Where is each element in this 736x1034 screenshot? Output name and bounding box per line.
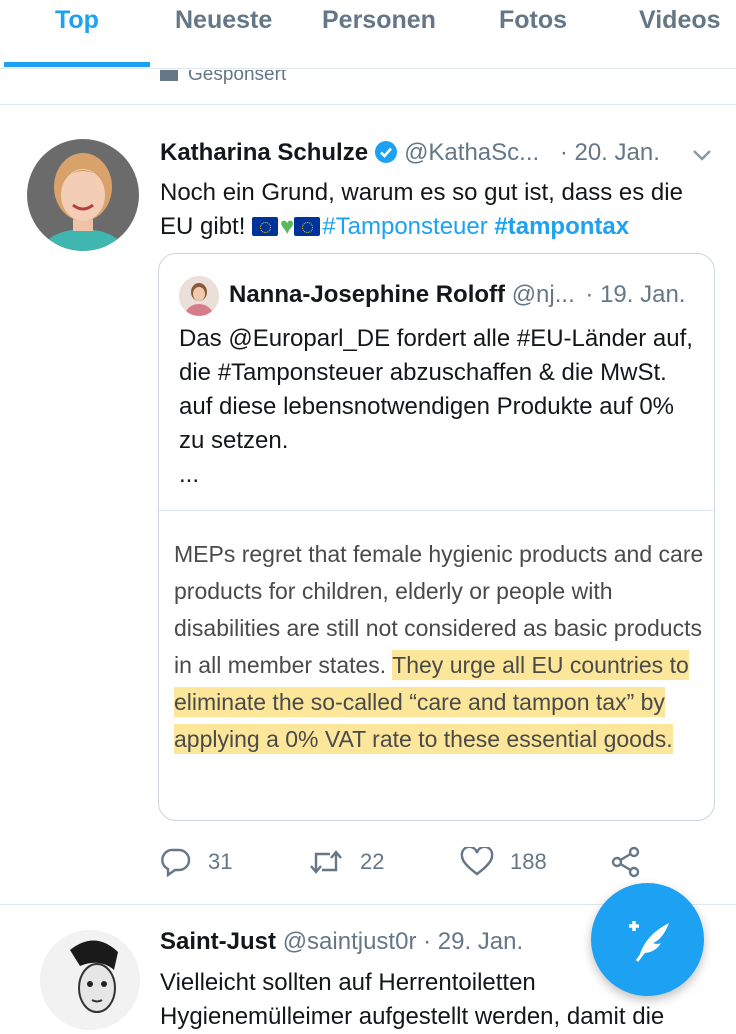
active-tab-indicator xyxy=(4,62,150,67)
quoted-header: Nanna-Josephine Roloff @nj... · 19. Jan. xyxy=(229,281,685,309)
avatar-image xyxy=(40,930,140,1030)
quoted-avatar xyxy=(179,276,219,316)
hashtag-link[interactable]: #tampontax xyxy=(494,213,629,240)
quoted-author-name: Nanna-Josephine Roloff xyxy=(229,281,506,308)
avatar[interactable] xyxy=(40,930,140,1030)
reply-icon xyxy=(161,848,191,877)
author-handle[interactable]: @saintjust0r xyxy=(283,928,417,955)
like-count: 188 xyxy=(510,849,547,874)
tab-top[interactable]: Top xyxy=(55,6,99,35)
tweet-date[interactable]: · 29. Jan. xyxy=(423,928,523,955)
quoted-date: · 19. Jan. xyxy=(585,281,686,308)
heart-icon xyxy=(460,847,494,876)
tweet-header: Katharina Schulze @KathaSc... · 20. Jan. xyxy=(160,139,660,167)
avatar-image xyxy=(27,139,139,251)
author-name[interactable]: Saint-Just xyxy=(160,928,276,955)
quoted-text: Das @Europarl_DE fordert alle #EU-Länder… xyxy=(179,325,693,488)
hashtag-link[interactable]: #Tamponsteuer xyxy=(322,213,487,240)
verified-badge-icon xyxy=(374,140,398,164)
tweet-divider xyxy=(0,104,736,105)
search-tabs: Top Neueste Personen Fotos Videos xyxy=(0,0,736,69)
share-icon xyxy=(611,846,640,878)
chevron-down-icon[interactable] xyxy=(690,145,714,165)
green-heart-icon: ♥ xyxy=(280,213,295,240)
author-handle[interactable]: @KathaSc... xyxy=(404,139,539,166)
retweet-count: 22 xyxy=(360,849,385,874)
tweet-header: Saint-Just @saintjust0r · 29. Jan. xyxy=(160,928,523,956)
quoted-tweet[interactable]: Nanna-Josephine Roloff @nj... · 19. Jan.… xyxy=(158,253,715,821)
avatar[interactable] xyxy=(27,139,139,251)
retweet-icon xyxy=(310,850,342,874)
quoted-image-divider xyxy=(159,510,714,511)
eu-flag-icon xyxy=(252,217,279,236)
tab-videos[interactable]: Videos xyxy=(639,6,721,35)
compose-tweet-icon xyxy=(629,921,669,962)
compose-tweet-button[interactable] xyxy=(591,883,704,996)
tweet-text: Noch ein Grund, warum es so gut ist, das… xyxy=(160,179,683,240)
tweet-actions: 31 22 188 xyxy=(160,842,700,882)
retweet-button[interactable]: 22 xyxy=(308,842,384,882)
tweet-date[interactable]: · 20. Jan. xyxy=(560,139,660,166)
tab-newest[interactable]: Neueste xyxy=(175,6,272,35)
eu-flag-icon xyxy=(294,217,321,236)
share-button[interactable] xyxy=(610,842,658,882)
reply-count: 31 xyxy=(208,849,233,874)
tab-photos[interactable]: Fotos xyxy=(499,6,567,35)
author-name[interactable]: Katharina Schulze xyxy=(160,139,368,166)
quoted-author-handle: @nj... xyxy=(511,281,575,308)
quoted-ellipsis: ... xyxy=(179,461,200,488)
reply-button[interactable]: 31 xyxy=(160,842,232,882)
quoted-image-text: MEPs regret that female hygienic product… xyxy=(174,541,704,754)
tab-people[interactable]: Personen xyxy=(322,6,436,35)
like-button[interactable]: 188 xyxy=(460,842,547,882)
